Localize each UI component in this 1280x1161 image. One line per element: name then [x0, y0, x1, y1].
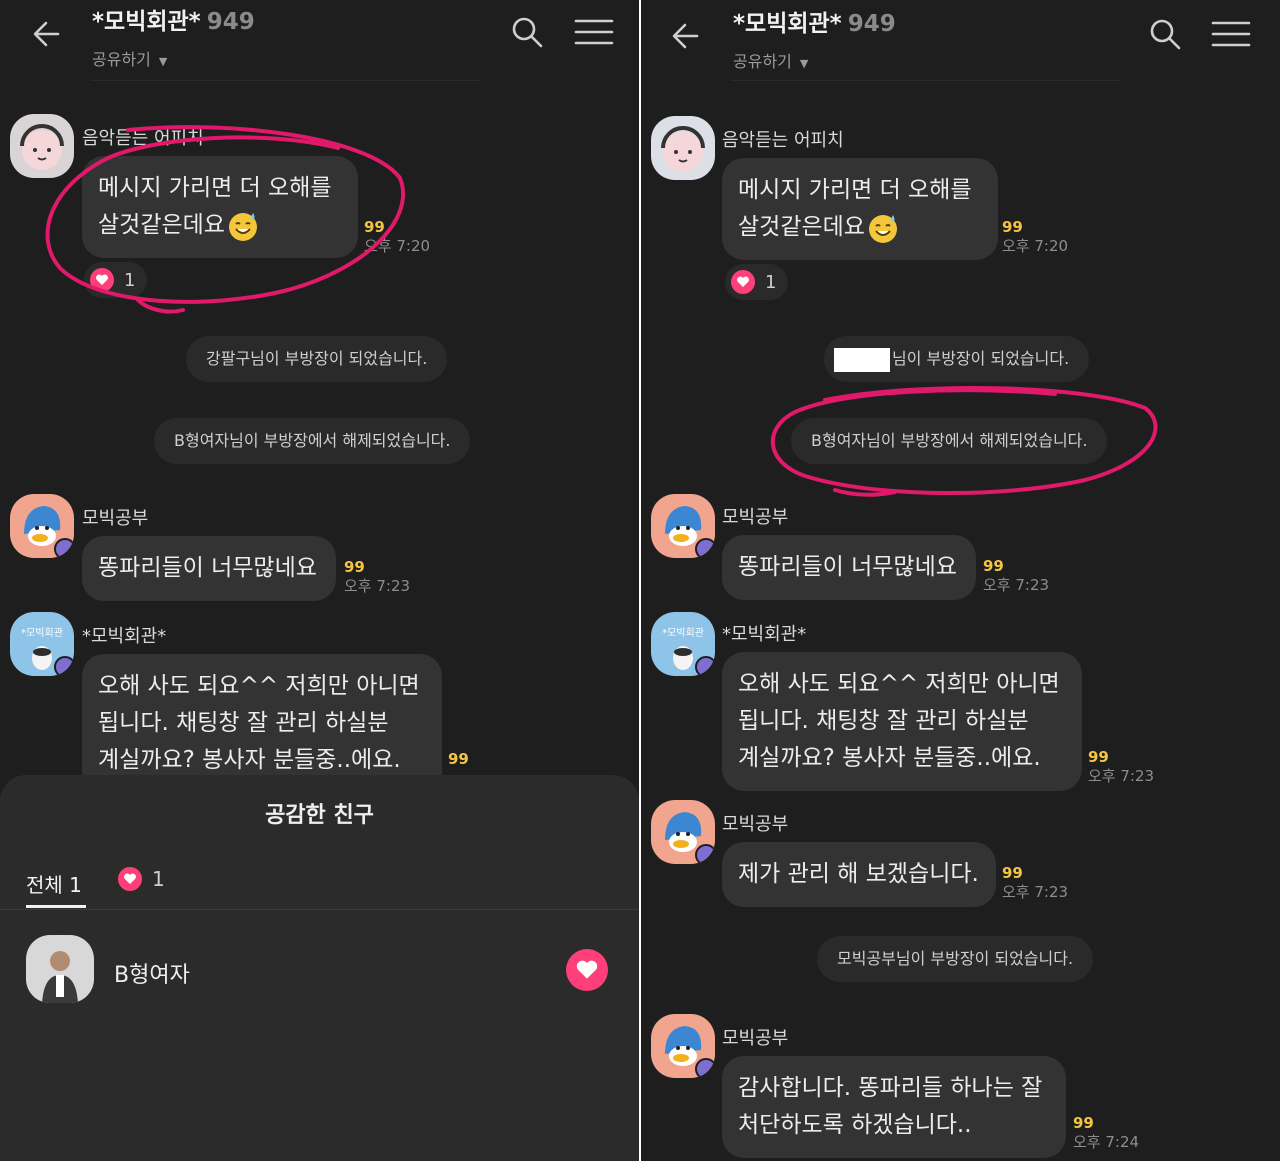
- caret-down-icon: ▼: [799, 57, 809, 70]
- left-screenshot: *모빅회관* 949 공유하기 ▼ 음악듣는 어피치 메시지 가리면 더 오해를 살…: [0, 0, 639, 1161]
- system-message: B형여자님이 부방장에서 해제되었습니다.: [154, 418, 471, 464]
- avatar-study[interactable]: [651, 494, 715, 558]
- avatar-study[interactable]: [10, 494, 74, 558]
- crown-icon: [695, 1058, 715, 1078]
- right-screenshot: *모빅회관* 949 공유하기 ▼ 음악듣는 어피치 메시지 가리면 더 오해를 살…: [641, 0, 1280, 1161]
- message-line: 메시지 가리면 더 오해를: [98, 175, 332, 201]
- message-line: 오해 사도 되요^^ 저희만 아니면: [738, 671, 1060, 697]
- heart-icon: [118, 867, 142, 891]
- sender-name: 모빅공부: [722, 1028, 789, 1049]
- back-arrow-icon[interactable]: [28, 14, 68, 54]
- sheet-title: 공감한 친구: [265, 803, 374, 828]
- tab-heart[interactable]: 1: [118, 867, 165, 891]
- sender-name: 모빅공부: [722, 814, 789, 835]
- reaction-count: 1: [765, 271, 777, 293]
- friend-avatar[interactable]: [26, 935, 94, 1003]
- message-bubble[interactable]: 메시지 가리면 더 오해를 살것같은데요: [82, 156, 358, 258]
- avatar-hall[interactable]: *모빅회관: [10, 612, 74, 676]
- sender-name: 음악듣는 어피치: [722, 130, 844, 151]
- system-message: 강팔구님이 부방장이 되었습니다.: [186, 336, 448, 382]
- chat-title: *모빅회관* 949: [733, 11, 896, 37]
- chat-title: *모빅회관* 949: [92, 9, 255, 35]
- menu-icon[interactable]: [572, 12, 616, 52]
- back-arrow-icon[interactable]: [667, 16, 707, 56]
- message-meta: 99 오후 7:23: [344, 558, 411, 595]
- chat-header: *모빅회관* 949 공유하기 ▼: [0, 0, 639, 80]
- sender-name: *모빅회관*: [82, 626, 167, 647]
- heart-icon: [90, 268, 114, 292]
- title-block: *모빅회관* 949 공유하기 ▼: [733, 4, 896, 72]
- message-bubble[interactable]: 똥파리들이 너무많네요: [82, 536, 336, 601]
- tab-indicator: [26, 905, 86, 908]
- message-line: 살것같은데요: [98, 207, 342, 244]
- avatar-apeach[interactable]: [10, 114, 74, 178]
- sheet-divider: [0, 909, 639, 910]
- message-meta: 99 오후 7:23: [1002, 864, 1069, 901]
- message-bubble[interactable]: 오해 사도 되요^^ 저희만 아니면 됩니다. 채팅창 잘 관리 하실분 계실까…: [82, 654, 442, 794]
- avatar-study[interactable]: [651, 1014, 715, 1078]
- message-meta: 99 오후 7:23: [1088, 748, 1155, 785]
- tab-all[interactable]: 전체 1: [26, 869, 82, 898]
- sweat-smile-emoji-icon: [868, 214, 897, 243]
- svg-text:*모빅회관: *모빅회관: [662, 627, 704, 639]
- crown-icon: [695, 656, 715, 676]
- crown-icon: [695, 844, 715, 864]
- heart-icon[interactable]: [566, 949, 608, 991]
- reaction-badge[interactable]: 1: [84, 262, 148, 298]
- crown-icon: [54, 656, 74, 676]
- message-bubble[interactable]: 똥파리들이 너무많네요: [722, 535, 976, 600]
- system-message: B형여자님이 부방장에서 해제되었습니다.: [791, 418, 1108, 464]
- crown-icon: [54, 538, 74, 558]
- share-dropdown[interactable]: 공유하기 ▼: [92, 46, 255, 70]
- svg-text:*모빅회관: *모빅회관: [21, 627, 63, 639]
- message-line: 됩니다. 채팅창 잘 관리 하실분: [738, 708, 1029, 734]
- caret-down-icon: ▼: [158, 55, 168, 68]
- avatar-hall[interactable]: *모빅회관: [651, 612, 715, 676]
- message-line: 오해 사도 되요^^ 저희만 아니면: [98, 673, 420, 699]
- message-meta: 99 오후 7:20: [364, 218, 431, 255]
- message-meta: 99 오후 7:20: [1002, 218, 1069, 255]
- heart-icon: [731, 270, 755, 294]
- avatar-apeach[interactable]: [651, 116, 715, 180]
- message-line: 살것같은데요: [738, 209, 982, 246]
- sender-name: 음악듣는 어피치: [82, 128, 204, 149]
- message-bubble[interactable]: 감사합니다. 똥파리들 하나는 잘 처단하도록 하겠습니다..: [722, 1056, 1066, 1158]
- system-message: 모빅공부님이 부방장이 되었습니다.: [817, 936, 1094, 982]
- message-line: 처단하도록 하겠습니다..: [738, 1112, 972, 1138]
- sender-name: 모빅공부: [82, 508, 149, 529]
- menu-icon[interactable]: [1209, 14, 1253, 54]
- message-line: 계실까요? 봉사자 분들중..에요.: [98, 747, 401, 773]
- redaction-box: [834, 347, 890, 372]
- reaction-sheet: 공감한 친구 전체 1 1 B형여자: [0, 775, 639, 1161]
- member-count: 949: [847, 11, 896, 37]
- sender-name: *모빅회관*: [722, 624, 807, 645]
- reaction-badge[interactable]: 1: [725, 264, 789, 300]
- sender-name: 모빅공부: [722, 507, 789, 528]
- message-line: 감사합니다. 똥파리들 하나는 잘: [738, 1075, 1043, 1101]
- header-divider: [90, 80, 480, 81]
- message-meta: 99: [448, 750, 469, 768]
- message-line: 메시지 가리면 더 오해를: [738, 177, 972, 203]
- message-line: 계실까요? 봉사자 분들중..에요.: [738, 745, 1041, 771]
- message-bubble[interactable]: 메시지 가리면 더 오해를 살것같은데요: [722, 158, 998, 260]
- crown-icon: [695, 538, 715, 558]
- reaction-count: 1: [124, 269, 136, 291]
- friend-name[interactable]: B형여자: [114, 957, 190, 989]
- sweat-smile-emoji-icon: [228, 212, 257, 241]
- search-icon[interactable]: [1145, 14, 1185, 54]
- member-count: 949: [206, 9, 255, 35]
- message-bubble[interactable]: 오해 사도 되요^^ 저희만 아니면 됩니다. 채팅창 잘 관리 하실분 계실까…: [722, 652, 1082, 791]
- search-icon[interactable]: [507, 12, 547, 52]
- header-divider: [731, 80, 1121, 81]
- system-message: 님이 부방장이 되었습니다.: [824, 336, 1090, 382]
- message-line: 됩니다. 채팅창 잘 관리 하실분: [98, 710, 389, 736]
- avatar-study[interactable]: [651, 800, 715, 864]
- title-block: *모빅회관* 949 공유하기 ▼: [92, 2, 255, 70]
- message-meta: 99 오후 7:24: [1073, 1114, 1140, 1151]
- share-dropdown[interactable]: 공유하기 ▼: [733, 48, 896, 72]
- message-bubble[interactable]: 제가 관리 해 보겠습니다.: [722, 842, 996, 907]
- message-meta: 99 오후 7:23: [983, 557, 1050, 594]
- chat-header: *모빅회관* 949 공유하기 ▼: [641, 0, 1280, 80]
